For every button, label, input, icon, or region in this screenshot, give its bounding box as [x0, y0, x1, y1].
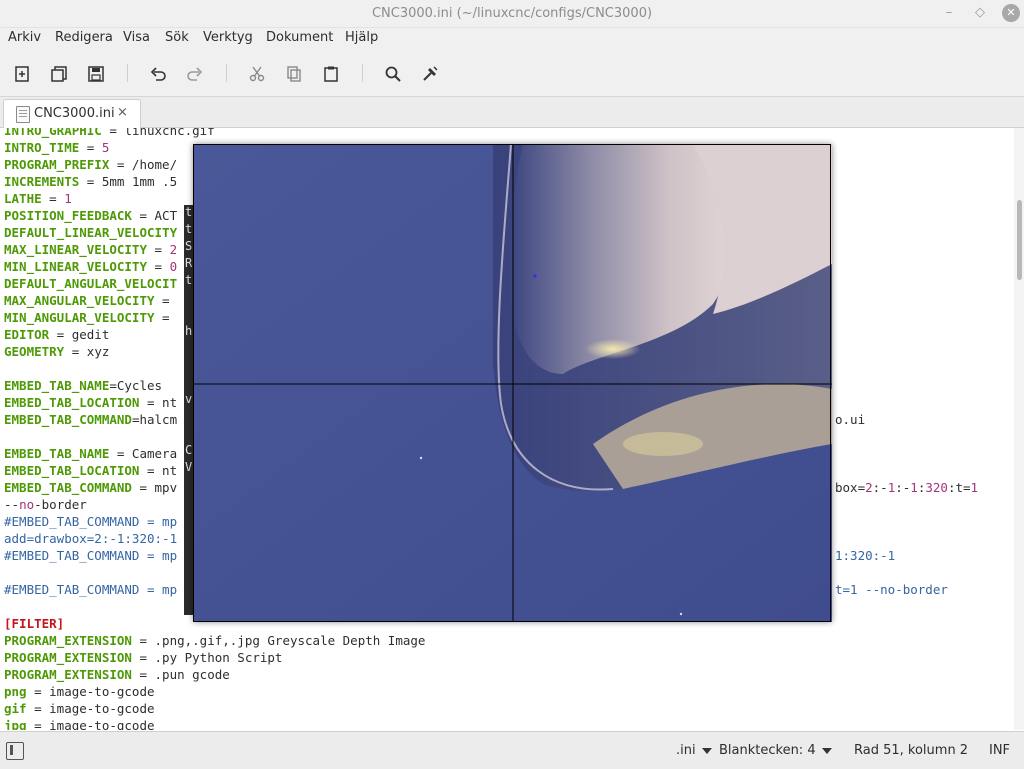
- code-line: PROGRAM_EXTENSION = .pun gcode: [4, 667, 230, 682]
- menu-verktyg[interactable]: Verktyg: [203, 30, 253, 45]
- code-line: GEOMETRY = xyz: [4, 344, 110, 359]
- menu-arkiv[interactable]: Arkiv: [8, 30, 41, 45]
- insert-mode[interactable]: INF: [989, 743, 1010, 758]
- code-line-fragment: o.ui: [835, 412, 866, 427]
- code-line: INCREMENTS = 5mm 1mm .5: [4, 174, 178, 189]
- tab-label: CNC3000.ini: [34, 106, 115, 121]
- menu-bar: Arkiv Redigera Visa Sök Verktyg Dokument…: [0, 28, 1024, 50]
- tab-width-selector[interactable]: Blanktecken: 4: [719, 743, 832, 758]
- code-line: EDITOR = gedit: [4, 327, 110, 342]
- code-line: #EMBED_TAB_COMMAND = mp: [4, 582, 178, 597]
- code-line: EMBED_TAB_COMMAND=halcm: [4, 412, 178, 427]
- code-line: PROGRAM_EXTENSION = .py Python Script: [4, 650, 283, 665]
- code-line: INTRO_GRAPHIC = linuxcnc.gif: [4, 128, 215, 138]
- cursor-position: Rad 51, kolumn 2: [854, 743, 969, 758]
- title-bar: CNC3000.ini (~/linuxcnc/configs/CNC3000)…: [0, 0, 1024, 28]
- window-title: CNC3000.ini (~/linuxcnc/configs/CNC3000): [371, 6, 653, 21]
- menu-sok[interactable]: Sök: [165, 30, 189, 45]
- code-line: PROGRAM_EXTENSION = .png,.gif,.jpg Greys…: [4, 633, 426, 648]
- code-line: MIN_ANGULAR_VELOCITY =: [4, 310, 178, 325]
- side-panel-toggle-icon[interactable]: [6, 742, 24, 760]
- save-icon[interactable]: [85, 63, 107, 85]
- camera-view[interactable]: [193, 144, 832, 622]
- code-line: EMBED_TAB_LOCATION = nt: [4, 395, 178, 410]
- menu-dokument[interactable]: Dokument: [266, 30, 333, 45]
- toolbar-separator: [362, 64, 363, 82]
- code-line: EMBED_TAB_LOCATION = nt: [4, 463, 178, 478]
- document-tab-bar: CNC3000.ini ×: [0, 97, 1024, 128]
- code-line-fragment: t=1 --no-border: [835, 582, 948, 597]
- copy-icon[interactable]: [283, 63, 305, 85]
- code-line: DEFAULT_LINEAR_VELOCITY: [4, 225, 178, 240]
- code-line: PROGRAM_PREFIX = /home/: [4, 157, 178, 172]
- redo-icon[interactable]: [184, 63, 206, 85]
- menu-hjalp[interactable]: Hjälp: [345, 30, 378, 45]
- code-line: MIN_LINEAR_VELOCITY = 0: [4, 259, 178, 274]
- tools-icon[interactable]: [419, 63, 441, 85]
- paste-icon[interactable]: [320, 63, 342, 85]
- code-line: EMBED_TAB_NAME=Cycles: [4, 378, 163, 393]
- code-line: EMBED_TAB_COMMAND = mpv: [4, 480, 178, 495]
- minimize-button[interactable]: –: [940, 4, 958, 22]
- toolbar-separator: [226, 64, 227, 82]
- document-tab[interactable]: CNC3000.ini ×: [3, 99, 141, 128]
- code-line: INTRO_TIME = 5: [4, 140, 110, 155]
- code-line: POSITION_FEEDBACK = ACT: [4, 208, 178, 223]
- code-line: --no-border: [4, 497, 87, 512]
- search-icon[interactable]: [382, 63, 404, 85]
- tab-close-button[interactable]: ×: [117, 105, 128, 120]
- maximize-button[interactable]: ◇: [971, 4, 989, 22]
- code-line: #EMBED_TAB_COMMAND = mp: [4, 548, 178, 563]
- camera-image: [193, 144, 832, 622]
- code-line-fragment: box=2:-1:-1:320:t=1: [835, 480, 979, 495]
- code-line: EMBED_TAB_NAME = Camera: [4, 446, 178, 461]
- language-selector[interactable]: .ini: [676, 743, 712, 758]
- code-line: [FILTER]: [4, 616, 65, 631]
- text-file-icon: [16, 106, 30, 123]
- toolbar-separator: [127, 64, 128, 82]
- code-line-fragment: 1:320:-1: [835, 548, 896, 563]
- code-line: png = image-to-gcode: [4, 684, 155, 699]
- code-line: add=drawbox=2:-1:320:-1: [4, 531, 178, 546]
- status-bar: .ini Blanktecken: 4 Rad 51, kolumn 2 INF: [0, 731, 1024, 769]
- new-document-icon[interactable]: [11, 63, 33, 85]
- undo-icon[interactable]: [147, 63, 169, 85]
- menu-visa[interactable]: Visa: [123, 30, 150, 45]
- code-line: MAX_LINEAR_VELOCITY = 2: [4, 242, 178, 257]
- vertical-scrollbar[interactable]: [1014, 128, 1024, 730]
- close-button[interactable]: ✕: [1002, 4, 1020, 22]
- cut-icon[interactable]: [246, 63, 268, 85]
- toolbar: [0, 50, 1024, 97]
- code-line: LATHE = 1: [4, 191, 72, 206]
- code-line: DEFAULT_ANGULAR_VELOCIT: [4, 276, 178, 291]
- code-line: MAX_ANGULAR_VELOCITY =: [4, 293, 178, 308]
- open-document-icon[interactable]: [48, 63, 70, 85]
- scrollbar-thumb[interactable]: [1017, 200, 1022, 280]
- code-line: #EMBED_TAB_COMMAND = mp: [4, 514, 178, 529]
- chevron-down-icon: [821, 747, 832, 754]
- code-line: gif = image-to-gcode: [4, 701, 155, 716]
- chevron-down-icon: [701, 747, 712, 754]
- menu-redigera[interactable]: Redigera: [55, 30, 113, 45]
- code-line: jpg = image-to-gcode: [4, 718, 155, 730]
